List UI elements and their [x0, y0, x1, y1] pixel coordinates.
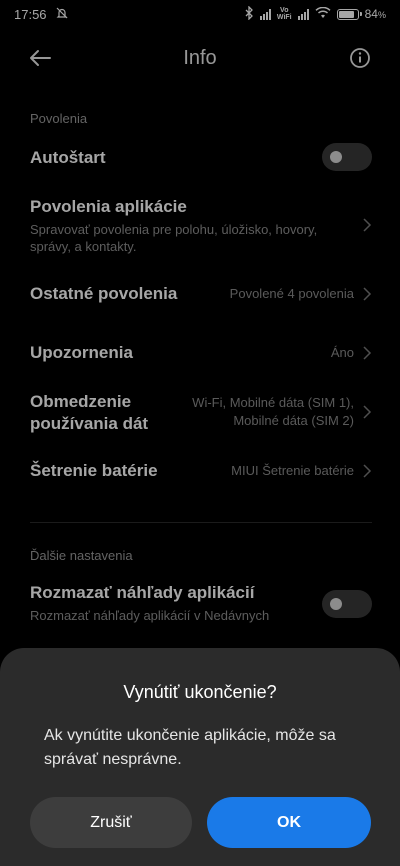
force-stop-dialog: Vynútiť ukončenie? Ak vynútite ukončenie…: [0, 648, 400, 866]
dialog-title: Vynútiť ukončenie?: [123, 682, 277, 702]
cancel-button[interactable]: Zrušiť: [30, 797, 192, 848]
ok-button[interactable]: OK: [207, 797, 371, 848]
dialog-message: Ak vynútite ukončenie aplikácie, môže sa…: [44, 727, 336, 768]
